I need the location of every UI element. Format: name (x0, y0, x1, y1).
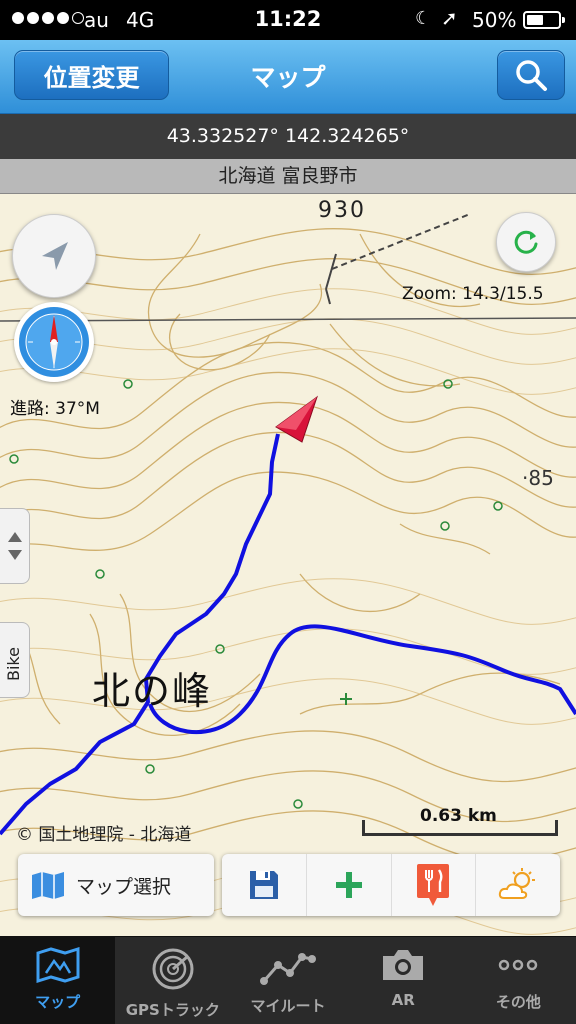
refresh-button[interactable] (496, 212, 556, 272)
location-services-icon: ➚ (441, 6, 458, 30)
up-arrow-icon (7, 532, 22, 542)
gps-track-branch (148, 624, 576, 735)
bike-mode-label: Bike (4, 647, 23, 681)
do-not-disturb-icon: ☾ (415, 8, 432, 29)
save-icon (249, 871, 278, 899)
search-button[interactable] (497, 50, 565, 100)
folded-map-icon (32, 872, 64, 899)
route-icon (260, 953, 316, 985)
tab-ar[interactable]: AR (346, 937, 461, 1024)
map-select-button[interactable]: マップ選択 (18, 854, 214, 916)
heading-readout: 進路: 37°M (10, 399, 100, 419)
zoom-readout: Zoom: 14.3/15.5 (402, 284, 544, 304)
tab-label: GPSトラック (125, 1001, 220, 1019)
change-location-button[interactable]: 位置変更 (14, 50, 169, 100)
restaurant-icon (417, 864, 450, 906)
add-point-button[interactable] (307, 854, 392, 916)
map-action-toolbar (222, 854, 560, 916)
tab-more[interactable]: その他 (461, 937, 576, 1024)
tab-label: マップ (35, 993, 81, 1011)
map-attribution: © 国土地理院 - 北海道 (16, 825, 192, 845)
coordinates-readout: 43.332527° 142.324265° (0, 114, 576, 159)
place-label: 北の峰 (92, 669, 213, 713)
status-bar: au 4G 11:22 ☾ ➚ 50% (0, 0, 576, 40)
compass-icon (19, 307, 89, 377)
place-name: 北海道 富良野市 (0, 159, 576, 194)
radar-icon (152, 948, 194, 990)
restaurant-button[interactable] (392, 854, 477, 916)
save-button[interactable] (222, 854, 307, 916)
tab-my-route[interactable]: マイルート (230, 937, 345, 1024)
elevation-label: ·85 (522, 466, 554, 490)
tab-label: マイルート (250, 997, 326, 1015)
search-icon (516, 60, 547, 91)
elevation-label: 930 (318, 198, 366, 223)
map-select-label: マップ選択 (76, 875, 172, 898)
tab-gps-track[interactable]: GPSトラック (115, 937, 230, 1024)
down-arrow-icon (7, 550, 22, 560)
tab-label: AR (391, 991, 415, 1009)
gps-track (0, 433, 280, 836)
battery-icon (523, 11, 565, 29)
scale-label: 0.63 km (420, 806, 497, 826)
navigation-arrow-icon (42, 242, 68, 270)
navigation-bar: 位置変更 マップ (0, 40, 576, 114)
tab-map[interactable]: マップ (0, 937, 116, 1024)
plus-symbols (340, 693, 352, 705)
battery-percent: 50% (472, 8, 517, 32)
topographic-map[interactable]: 930 ·85 北の峰 Zoom: 14.3/15.5 進路: 37°M © 国… (0, 194, 576, 936)
refresh-icon (514, 230, 538, 254)
tab-label: その他 (495, 993, 541, 1011)
bike-mode-toggle[interactable]: Bike (0, 622, 30, 698)
more-icon (499, 959, 538, 971)
map-icon (36, 947, 80, 983)
panel-toggle-button[interactable] (0, 508, 30, 584)
camera-icon (383, 950, 424, 980)
compass[interactable] (14, 302, 94, 382)
weather-button[interactable] (476, 854, 560, 916)
tab-bar: マップ GPSトラック マイルート AR その他 (0, 936, 576, 1024)
weather-icon (498, 868, 536, 899)
current-location-button[interactable] (12, 214, 96, 298)
vegetation-symbols (9, 379, 503, 809)
add-icon (335, 872, 362, 898)
